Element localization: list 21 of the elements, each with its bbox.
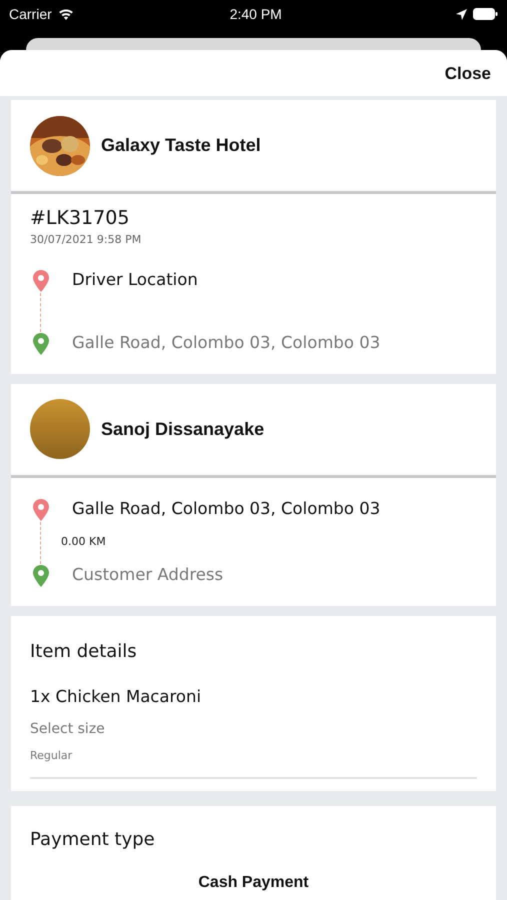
- carrier-text: Carrier: [9, 4, 52, 24]
- wifi-icon: [58, 8, 74, 20]
- option-value: Regular: [30, 748, 74, 764]
- section-title: Item details: [30, 640, 138, 664]
- customer-name: Sanoj Dissanayake: [101, 418, 264, 441]
- option-label: Select size: [30, 720, 106, 740]
- item-name: 1x Chicken Macaroni: [30, 686, 202, 708]
- payment-method: Cash Payment: [197, 872, 310, 892]
- location-text: Customer Address: [72, 564, 224, 586]
- section-title: Payment type: [30, 828, 156, 852]
- clock-text: 2:40 PM: [228, 4, 283, 24]
- location-text: Galle Road, Colombo 03, Colombo 03: [72, 498, 380, 520]
- close-button[interactable]: Close: [444, 61, 491, 87]
- order-id: #LK31705: [30, 206, 130, 230]
- distance-text: 0.00 KM: [61, 534, 106, 550]
- order-date: 30/07/2021 9:58 PM: [30, 232, 142, 248]
- location-arrow-icon: [456, 8, 467, 20]
- location-text: Galle Road, Colombo 03, Colombo 03: [72, 332, 380, 354]
- location-text: Driver Location: [72, 269, 198, 292]
- battery-icon: [473, 8, 498, 20]
- restaurant-name: Galaxy Taste Hotel: [101, 134, 261, 157]
